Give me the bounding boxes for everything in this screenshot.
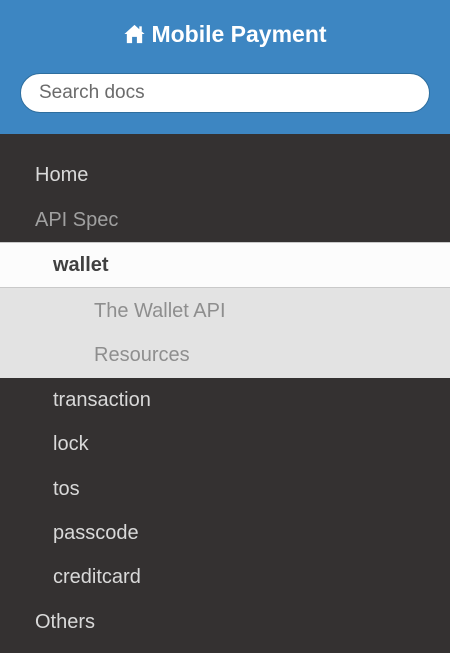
nav-item-tos[interactable]: tos — [0, 469, 450, 509]
brand-link[interactable]: Mobile Payment — [0, 17, 450, 51]
sidebar-header: Mobile Payment — [0, 0, 450, 134]
home-icon — [123, 23, 146, 45]
sidebar: Mobile Payment Home API Spec wallet The … — [0, 0, 450, 653]
nav-item-others[interactable]: Others — [0, 602, 450, 642]
nav-item-lock[interactable]: lock — [0, 424, 450, 464]
nav-item-creditcard[interactable]: creditcard — [0, 557, 450, 597]
nav-item-passcode[interactable]: passcode — [0, 513, 450, 553]
nav-item-api-spec[interactable]: API Spec — [0, 200, 450, 240]
nav-item-resources[interactable]: Resources — [0, 333, 450, 377]
search-input[interactable] — [20, 73, 430, 113]
nav-item-home[interactable]: Home — [0, 155, 450, 195]
nav-item-the-wallet-api[interactable]: The Wallet API — [0, 289, 450, 333]
nav-item-wallet[interactable]: wallet — [0, 242, 450, 288]
nav-item-transaction[interactable]: transaction — [0, 380, 450, 420]
brand-title: Mobile Payment — [151, 20, 327, 47]
